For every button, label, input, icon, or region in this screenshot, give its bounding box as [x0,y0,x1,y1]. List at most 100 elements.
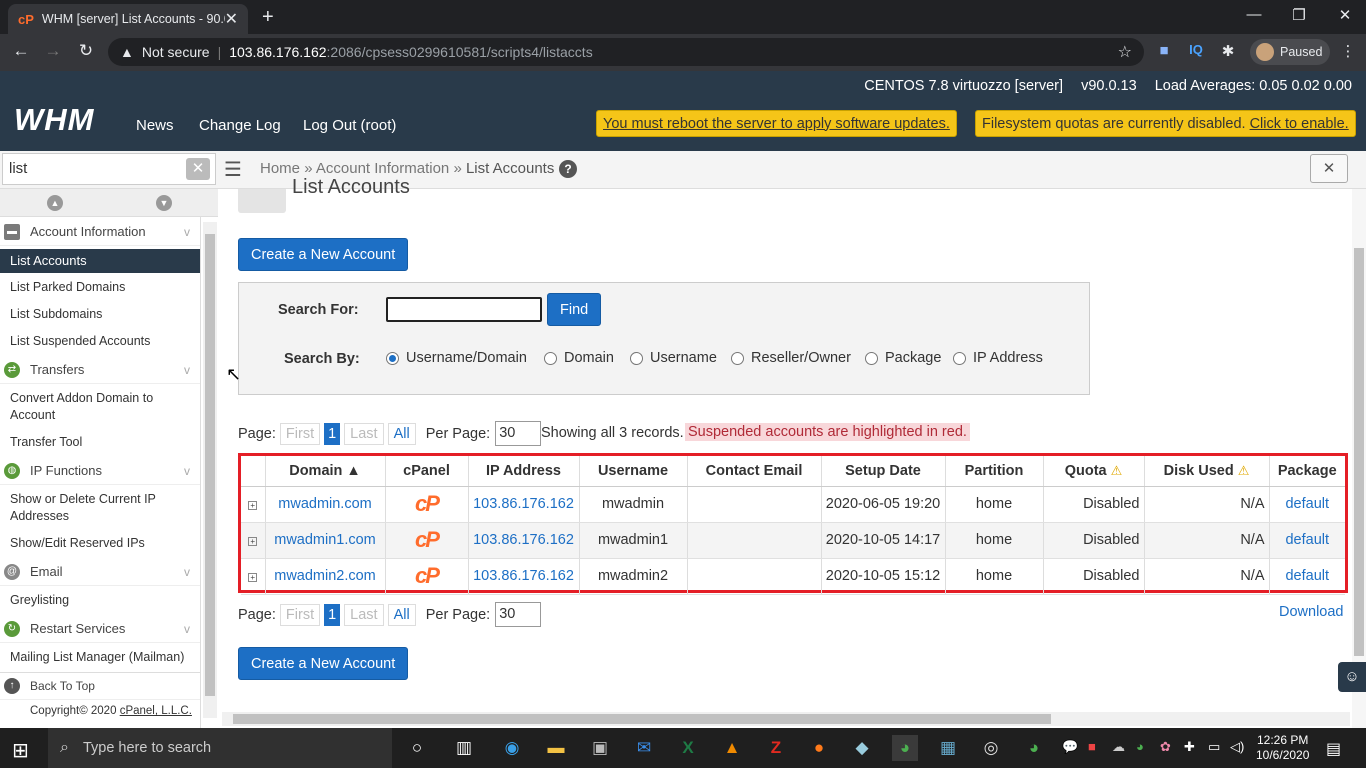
sidebar-search-input[interactable]: list [2,153,216,185]
sidebar-item-list-parked-domains[interactable]: List Parked Domains [10,279,198,296]
sidebar-item-mailman[interactable]: Mailing List Manager (Mailman) [10,649,198,666]
pager-current[interactable]: 1 [324,422,341,445]
address-bar[interactable]: ▲ Not secure | 103.86.176.162 :2086/cpse… [108,38,1144,66]
taskbar-search[interactable]: ⌕ Type here to search [48,728,392,768]
window-close-icon[interactable]: ✕ [1335,6,1355,24]
back-icon[interactable]: ← [10,41,32,61]
nav-change-log[interactable]: Change Log [199,117,281,134]
cpanel-login-icon[interactable]: cP [415,491,440,516]
sidebar-toggle-icon[interactable]: ☰ [224,157,242,182]
filezilla-icon[interactable]: Z [763,735,789,761]
cpanel-link[interactable]: cPanel, L.L.C. [120,705,192,717]
edge-icon[interactable]: ◉ [499,735,525,761]
tray-app-icon[interactable]: ✿ [1160,739,1171,755]
cell-domain[interactable]: mwadmin.com [265,486,386,523]
cell-package[interactable]: default [1269,522,1345,559]
pager-last[interactable]: Last [344,422,384,445]
firefox-icon[interactable]: ● [806,735,832,761]
app-icon[interactable]: ◆ [849,735,875,761]
nav-news[interactable]: News [136,117,174,134]
restore-icon[interactable]: ❐ [1289,6,1309,24]
tray-chrome-icon[interactable]: ◕ [1136,739,1144,754]
task-view-icon[interactable]: ▥ [451,735,477,761]
per-page-input[interactable]: 30 [495,602,542,627]
bookmark-star-icon[interactable]: ☆ [1118,42,1132,62]
cell-ip[interactable]: 103.86.176.162 [468,486,580,523]
breadcrumb-home[interactable]: Home [260,160,300,177]
cell-expand[interactable]: + [241,558,266,595]
sidebar-item-show-delete-ip[interactable]: Show or Delete Current IP Addresses [10,491,198,525]
radio-username-domain[interactable]: Username/Domain [386,350,527,366]
expand-row-icon[interactable]: + [248,537,258,546]
quota-enable-link[interactable]: Click to enable. [1250,116,1349,132]
close-page-button[interactable]: ✕ [1310,154,1348,183]
cell-package[interactable]: default [1269,486,1345,523]
download-link[interactable]: Download [1279,604,1344,620]
forward-icon[interactable]: → [42,41,64,61]
sidebar-scrollbar-thumb[interactable] [205,234,215,696]
table-row[interactable]: + mwadmin1.com cP 103.86.176.162 mwadmin1 202… [241,522,1345,559]
col-contact-email[interactable]: Contact Email [687,456,822,487]
sidebar-section-transfers[interactable]: ⇄ Transfers v [0,356,200,384]
col-username[interactable]: Username [579,456,688,487]
cell-ip[interactable]: 103.86.176.162 [468,558,580,595]
pager-current[interactable]: 1 [324,603,341,626]
radio-package[interactable]: Package [865,350,941,366]
col-package[interactable]: Package [1269,456,1345,487]
tray-chat-icon[interactable]: 💬 [1062,739,1078,755]
sidebar-section-email[interactable]: @ Email v [0,558,200,586]
cell-cpanel[interactable]: cP [385,486,469,523]
excel-icon[interactable]: X [675,735,701,761]
volume-icon[interactable]: ◁) [1230,739,1244,755]
cell-expand[interactable]: + [241,522,266,559]
table-row[interactable]: + mwadmin.com cP 103.86.176.162 mwadmin 2020-… [241,486,1345,523]
cortana-icon[interactable]: ○ [404,735,430,761]
network-icon[interactable]: ▭ [1208,739,1220,755]
help-icon[interactable]: ? [559,160,577,178]
col-domain[interactable]: Domain ▲ [265,456,386,487]
reboot-notice-link[interactable]: You must reboot the server to apply soft… [603,116,950,132]
col-ip-address[interactable]: IP Address [468,456,580,487]
sidebar-item-list-suspended-accounts[interactable]: List Suspended Accounts [10,333,198,350]
reload-icon[interactable]: ↻ [75,41,97,61]
chrome-icon[interactable]: ◕ [1021,735,1047,761]
expand-row-icon[interactable]: + [248,573,258,582]
sidebar-item-convert-addon-domain[interactable]: Convert Addon Domain to Account [10,390,198,424]
sidebar-section-ip-functions[interactable]: ◍ IP Functions v [0,457,200,485]
col-quota[interactable]: Quota ⚠ [1043,456,1145,487]
cell-ip[interactable]: 103.86.176.162 [468,522,580,559]
taskbar-clock[interactable]: 12:26 PM 10/6/2020 [1256,733,1309,763]
extension-screen-icon[interactable]: ■ [1154,42,1174,59]
cell-cpanel[interactable]: cP [385,558,469,595]
cell-domain[interactable]: mwadmin1.com [265,522,386,559]
browser-menu-icon[interactable]: ⋮ [1338,42,1358,60]
radio-reseller-owner[interactable]: Reseller/Owner [731,350,851,366]
minimize-icon[interactable]: — [1244,6,1264,23]
tray-settings-icon[interactable]: ✚ [1184,739,1195,755]
expand-all-icon[interactable]: ▼ [156,195,172,211]
pager-first[interactable]: First [279,603,321,626]
profile-button[interactable]: Paused [1250,39,1330,65]
pager-all[interactable]: All [387,603,416,626]
sidebar-item-transfer-tool[interactable]: Transfer Tool [10,434,198,451]
sidebar-section-restart-services[interactable]: ↻ Restart Services v [0,615,200,643]
col-cpanel[interactable]: cPanel [385,456,469,487]
vlc-icon[interactable]: ▲ [719,735,745,761]
whm-logo[interactable]: WHM [14,102,94,138]
table-row[interactable]: + mwadmin2.com cP 103.86.176.162 mwadmin2 202… [241,558,1345,595]
radio-username[interactable]: Username [630,350,717,366]
find-button[interactable]: Find [547,293,602,326]
cell-package[interactable]: default [1269,558,1345,595]
cpanel-login-icon[interactable]: cP [415,527,440,552]
sidebar-item-show-edit-reserved-ips[interactable]: Show/Edit Reserved IPs [10,535,198,552]
media-player-icon[interactable]: ◎ [978,735,1004,761]
col-disk-used[interactable]: Disk Used ⚠ [1144,456,1270,487]
back-to-top-link[interactable]: ↑ Back To Top [0,672,200,700]
col-setup-date[interactable]: Setup Date [821,456,946,487]
expand-row-icon[interactable]: + [248,501,258,510]
clear-search-icon[interactable]: ✕ [186,158,210,180]
col-partition[interactable]: Partition [945,456,1044,487]
per-page-input[interactable]: 30 [495,421,542,446]
cell-expand[interactable]: + [241,486,266,523]
sidebar-item-greylisting[interactable]: Greylisting [10,592,198,609]
